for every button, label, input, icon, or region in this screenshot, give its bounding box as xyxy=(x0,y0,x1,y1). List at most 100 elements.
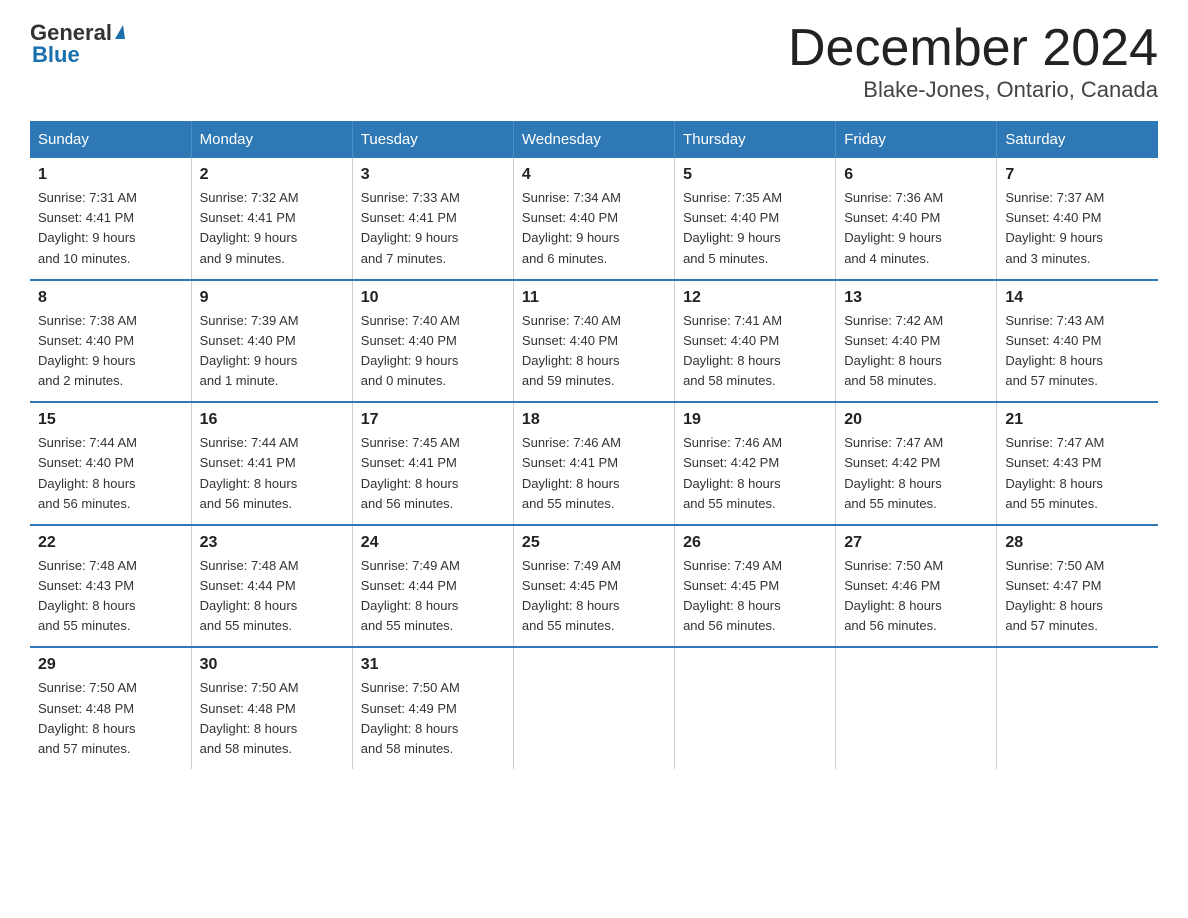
day-number: 29 xyxy=(38,656,183,674)
day-info: Sunrise: 7:50 AMSunset: 4:46 PMDaylight:… xyxy=(844,556,988,637)
header-wednesday: Wednesday xyxy=(513,121,674,158)
day-number: 7 xyxy=(1005,166,1150,184)
day-number: 21 xyxy=(1005,411,1150,429)
day-info: Sunrise: 7:46 AMSunset: 4:42 PMDaylight:… xyxy=(683,433,827,514)
logo-blue: Blue xyxy=(30,42,80,68)
day-info: Sunrise: 7:47 AMSunset: 4:43 PMDaylight:… xyxy=(1005,433,1150,514)
day-number: 1 xyxy=(38,166,183,184)
day-info: Sunrise: 7:50 AMSunset: 4:48 PMDaylight:… xyxy=(200,678,344,759)
calendar-cell: 15Sunrise: 7:44 AMSunset: 4:40 PMDayligh… xyxy=(30,402,191,525)
calendar-cell: 27 Sunrise: 7:50 AMSunset: 4:46 PMDayligh… xyxy=(836,525,997,648)
day-info: Sunrise: 7:43 AMSunset: 4:40 PMDaylight:… xyxy=(1005,311,1150,392)
day-info: Sunrise: 7:49 AMSunset: 4:45 PMDaylight:… xyxy=(522,556,666,637)
day-info: Sunrise: 7:35 AMSunset: 4:40 PMDaylight:… xyxy=(683,188,827,269)
day-number: 23 xyxy=(200,534,344,552)
day-number: 10 xyxy=(361,289,505,307)
calendar-cell: 26 Sunrise: 7:49 AMSunset: 4:45 PMDayligh… xyxy=(675,525,836,648)
calendar-cell: 3 Sunrise: 7:33 AMSunset: 4:41 PMDaylight… xyxy=(352,158,513,280)
day-info: Sunrise: 7:48 AMSunset: 4:43 PMDaylight:… xyxy=(38,556,183,637)
day-info: Sunrise: 7:48 AMSunset: 4:44 PMDaylight:… xyxy=(200,556,344,637)
calendar-table: SundayMondayTuesdayWednesdayThursdayFrid… xyxy=(30,121,1158,769)
day-number: 3 xyxy=(361,166,505,184)
calendar-cell: 4 Sunrise: 7:34 AMSunset: 4:40 PMDaylight… xyxy=(513,158,674,280)
day-number: 20 xyxy=(844,411,988,429)
page-header: General Blue December 2024 Blake-Jones, … xyxy=(30,20,1158,103)
calendar-cell: 19 Sunrise: 7:46 AMSunset: 4:42 PMDayligh… xyxy=(675,402,836,525)
calendar-cell xyxy=(997,647,1158,769)
day-info: Sunrise: 7:41 AMSunset: 4:40 PMDaylight:… xyxy=(683,311,827,392)
day-info: Sunrise: 7:49 AMSunset: 4:45 PMDaylight:… xyxy=(683,556,827,637)
title-block: December 2024 Blake-Jones, Ontario, Cana… xyxy=(788,20,1158,103)
day-info: Sunrise: 7:37 AMSunset: 4:40 PMDaylight:… xyxy=(1005,188,1150,269)
header-friday: Friday xyxy=(836,121,997,158)
calendar-cell: 25 Sunrise: 7:49 AMSunset: 4:45 PMDayligh… xyxy=(513,525,674,648)
calendar-week-row: 8 Sunrise: 7:38 AMSunset: 4:40 PMDaylight… xyxy=(30,280,1158,403)
calendar-cell: 9 Sunrise: 7:39 AMSunset: 4:40 PMDaylight… xyxy=(191,280,352,403)
day-info: Sunrise: 7:42 AMSunset: 4:40 PMDaylight:… xyxy=(844,311,988,392)
calendar-cell: 28Sunrise: 7:50 AMSunset: 4:47 PMDayligh… xyxy=(997,525,1158,648)
calendar-cell: 1 Sunrise: 7:31 AMSunset: 4:41 PMDaylight… xyxy=(30,158,191,280)
calendar-cell: 6 Sunrise: 7:36 AMSunset: 4:40 PMDaylight… xyxy=(836,158,997,280)
day-number: 26 xyxy=(683,534,827,552)
calendar-cell: 22Sunrise: 7:48 AMSunset: 4:43 PMDayligh… xyxy=(30,525,191,648)
calendar-cell: 21 Sunrise: 7:47 AMSunset: 4:43 PMDayligh… xyxy=(997,402,1158,525)
day-number: 9 xyxy=(200,289,344,307)
day-info: Sunrise: 7:47 AMSunset: 4:42 PMDaylight:… xyxy=(844,433,988,514)
day-info: Sunrise: 7:50 AMSunset: 4:47 PMDaylight:… xyxy=(1005,556,1150,637)
day-info: Sunrise: 7:31 AMSunset: 4:41 PMDaylight:… xyxy=(38,188,183,269)
day-number: 25 xyxy=(522,534,666,552)
calendar-cell: 29 Sunrise: 7:50 AMSunset: 4:48 PMDayligh… xyxy=(30,647,191,769)
day-info: Sunrise: 7:40 AMSunset: 4:40 PMDaylight:… xyxy=(522,311,666,392)
day-info: Sunrise: 7:50 AMSunset: 4:48 PMDaylight:… xyxy=(38,678,183,759)
day-number: 27 xyxy=(844,534,988,552)
day-number: 15 xyxy=(38,411,183,429)
header-thursday: Thursday xyxy=(675,121,836,158)
day-info: Sunrise: 7:49 AMSunset: 4:44 PMDaylight:… xyxy=(361,556,505,637)
day-number: 17 xyxy=(361,411,505,429)
header-tuesday: Tuesday xyxy=(352,121,513,158)
day-number: 30 xyxy=(200,656,344,674)
day-info: Sunrise: 7:32 AMSunset: 4:41 PMDaylight:… xyxy=(200,188,344,269)
calendar-cell: 30 Sunrise: 7:50 AMSunset: 4:48 PMDayligh… xyxy=(191,647,352,769)
calendar-cell: 2Sunrise: 7:32 AMSunset: 4:41 PMDaylight… xyxy=(191,158,352,280)
day-info: Sunrise: 7:33 AMSunset: 4:41 PMDaylight:… xyxy=(361,188,505,269)
day-number: 6 xyxy=(844,166,988,184)
calendar-cell xyxy=(513,647,674,769)
calendar-cell: 20 Sunrise: 7:47 AMSunset: 4:42 PMDayligh… xyxy=(836,402,997,525)
day-number: 31 xyxy=(361,656,505,674)
calendar-cell: 14Sunrise: 7:43 AMSunset: 4:40 PMDayligh… xyxy=(997,280,1158,403)
calendar-week-row: 1 Sunrise: 7:31 AMSunset: 4:41 PMDaylight… xyxy=(30,158,1158,280)
calendar-cell: 7 Sunrise: 7:37 AMSunset: 4:40 PMDaylight… xyxy=(997,158,1158,280)
calendar-title: December 2024 xyxy=(788,20,1158,77)
calendar-cell: 5 Sunrise: 7:35 AMSunset: 4:40 PMDaylight… xyxy=(675,158,836,280)
calendar-cell: 11 Sunrise: 7:40 AMSunset: 4:40 PMDayligh… xyxy=(513,280,674,403)
day-number: 13 xyxy=(844,289,988,307)
calendar-week-row: 29 Sunrise: 7:50 AMSunset: 4:48 PMDayligh… xyxy=(30,647,1158,769)
day-number: 5 xyxy=(683,166,827,184)
logo-arrow-icon xyxy=(115,25,125,39)
header-sunday: Sunday xyxy=(30,121,191,158)
header-monday: Monday xyxy=(191,121,352,158)
day-number: 4 xyxy=(522,166,666,184)
calendar-week-row: 15Sunrise: 7:44 AMSunset: 4:40 PMDayligh… xyxy=(30,402,1158,525)
calendar-cell: 17Sunrise: 7:45 AMSunset: 4:41 PMDayligh… xyxy=(352,402,513,525)
calendar-cell: 31Sunrise: 7:50 AMSunset: 4:49 PMDayligh… xyxy=(352,647,513,769)
calendar-cell: 13 Sunrise: 7:42 AMSunset: 4:40 PMDayligh… xyxy=(836,280,997,403)
calendar-cell: 23 Sunrise: 7:48 AMSunset: 4:44 PMDayligh… xyxy=(191,525,352,648)
calendar-header-row: SundayMondayTuesdayWednesdayThursdayFrid… xyxy=(30,121,1158,158)
calendar-subtitle: Blake-Jones, Ontario, Canada xyxy=(788,77,1158,103)
day-number: 8 xyxy=(38,289,183,307)
calendar-cell xyxy=(836,647,997,769)
day-number: 19 xyxy=(683,411,827,429)
calendar-cell: 18Sunrise: 7:46 AMSunset: 4:41 PMDayligh… xyxy=(513,402,674,525)
day-info: Sunrise: 7:46 AMSunset: 4:41 PMDaylight:… xyxy=(522,433,666,514)
day-info: Sunrise: 7:36 AMSunset: 4:40 PMDaylight:… xyxy=(844,188,988,269)
day-number: 11 xyxy=(522,289,666,307)
header-saturday: Saturday xyxy=(997,121,1158,158)
calendar-cell: 10Sunrise: 7:40 AMSunset: 4:40 PMDayligh… xyxy=(352,280,513,403)
calendar-week-row: 22Sunrise: 7:48 AMSunset: 4:43 PMDayligh… xyxy=(30,525,1158,648)
day-number: 16 xyxy=(200,411,344,429)
day-info: Sunrise: 7:34 AMSunset: 4:40 PMDaylight:… xyxy=(522,188,666,269)
day-info: Sunrise: 7:39 AMSunset: 4:40 PMDaylight:… xyxy=(200,311,344,392)
day-info: Sunrise: 7:38 AMSunset: 4:40 PMDaylight:… xyxy=(38,311,183,392)
